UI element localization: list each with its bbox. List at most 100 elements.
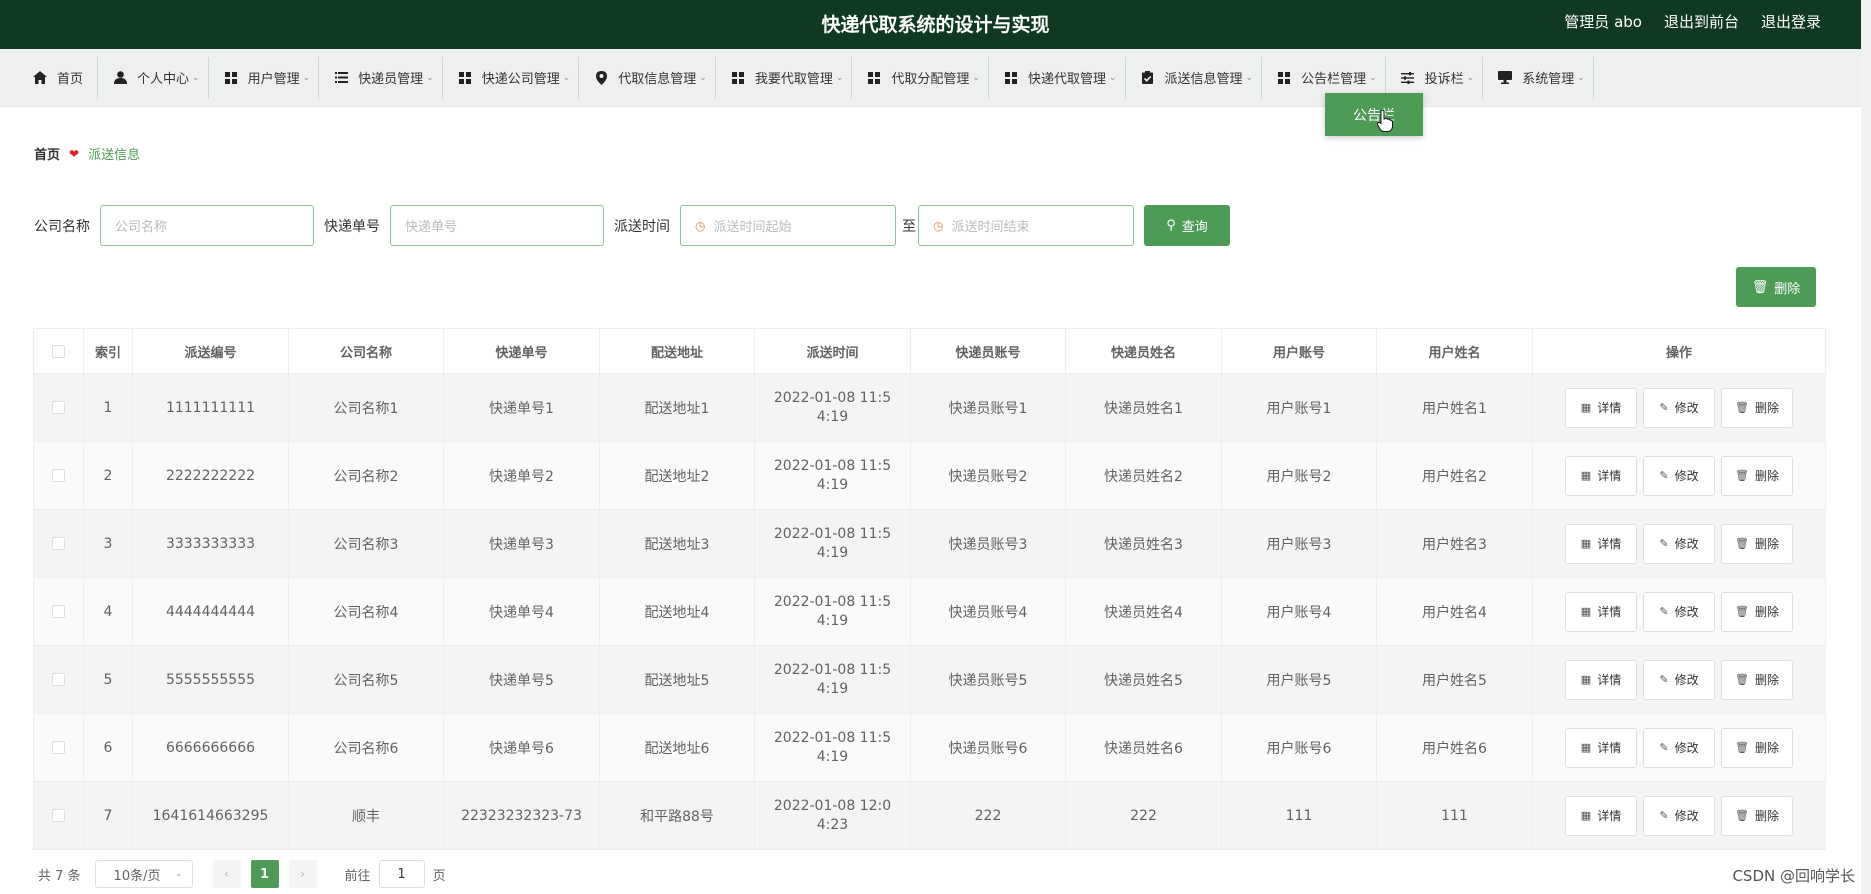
cell-tracking: 22323232323-73 (443, 781, 600, 850)
cell-no: 6666666666 (132, 713, 289, 782)
next-page-button[interactable]: › (288, 860, 317, 888)
delete-button[interactable]: 🗑 删除 (1721, 523, 1793, 564)
page-size-select[interactable]: 10条/页 ⌄ (94, 860, 193, 888)
table-row: 6 6666666666 公司名称6 快递单号6 配送地址6 2022-01-08 11:… (33, 713, 1826, 782)
row-checkbox[interactable] (52, 605, 65, 618)
delete-button[interactable]: 🗑 删除 (1721, 455, 1793, 496)
table-row: 5 5555555555 公司名称5 快递单号5 配送地址5 2022-01-08 11:… (33, 645, 1826, 714)
select-all-checkbox[interactable] (52, 344, 65, 358)
row-checkbox[interactable] (52, 537, 65, 550)
back-to-front-link[interactable]: 退出到前台 (1664, 11, 1739, 32)
row-checkbox[interactable] (52, 469, 65, 482)
trash-icon: 🗑 (1735, 673, 1749, 686)
query-button[interactable]: ⚲ 查询 (1144, 205, 1230, 246)
delete-button[interactable]: 🗑 删除 (1721, 795, 1793, 836)
pencil-icon: ✎ (1659, 469, 1669, 482)
row-checkbox[interactable] (52, 741, 65, 754)
document-icon: ▦ (1580, 741, 1592, 754)
nav-item-companies[interactable]: 快递公司管理 ⌄ (443, 56, 580, 99)
chevron-left-icon: ‹ (223, 866, 230, 882)
nav-item-delivery-info[interactable]: 派送信息管理 ⌄ (1126, 56, 1263, 99)
cell-courier-name: 快递员姓名3 (1065, 509, 1222, 578)
page-unit-label: 页 (432, 868, 446, 884)
time-start-input[interactable]: ◷ 派送时间起始 (680, 205, 896, 246)
chevron-down-icon: ⌄ (1577, 72, 1585, 83)
prev-page-button[interactable]: ‹ (212, 860, 241, 888)
page-number-current[interactable]: 1 (250, 860, 279, 888)
cell-tracking: 快递单号2 (443, 441, 600, 510)
nav-item-my-pickup[interactable]: 我要代取管理 ⌄ (716, 56, 853, 99)
search-bar: 公司名称 公司名称 快递单号 快递单号 派送时间 ◷ 派送时间起始 至 ◷ 派送时间… (34, 205, 1230, 246)
nav-item-users[interactable]: 用户管理 ⌄ (209, 56, 320, 99)
row-checkbox[interactable] (52, 809, 65, 822)
pagination: 共 7 条 10条/页 ⌄ ‹ 1 › 前往 1 页 (38, 860, 446, 888)
edit-button[interactable]: ✎ 修改 (1643, 523, 1715, 564)
detail-button[interactable]: ▦ 详情 (1565, 387, 1637, 428)
document-icon: ▦ (1580, 537, 1592, 550)
row-checkbox[interactable] (52, 401, 65, 414)
batch-delete-button[interactable]: 🗑 删除 (1736, 267, 1816, 307)
document-icon: ▦ (1580, 605, 1592, 618)
edit-button[interactable]: ✎ 修改 (1643, 795, 1715, 836)
delete-button[interactable]: 🗑 删除 (1721, 591, 1793, 632)
delete-button[interactable]: 🗑 删除 (1721, 387, 1793, 428)
logout-link[interactable]: 退出登录 (1761, 11, 1821, 32)
nav-item-assignment[interactable]: 代取分配管理 ⌄ (852, 56, 989, 99)
nav-item-express-pickup[interactable]: 快递代取管理 ⌄ (989, 56, 1126, 99)
tracking-input[interactable]: 快递单号 (390, 205, 604, 246)
detail-button[interactable]: ▦ 详情 (1565, 455, 1637, 496)
cell-company: 公司名称1 (288, 373, 444, 442)
edit-button[interactable]: ✎ 修改 (1643, 455, 1715, 496)
edit-button[interactable]: ✎ 修改 (1643, 727, 1715, 768)
edit-button[interactable]: ✎ 修改 (1643, 659, 1715, 700)
cell-index: 2 (83, 441, 133, 510)
chevron-down-icon: ⌄ (1369, 72, 1377, 83)
edit-button[interactable]: ✎ 修改 (1643, 591, 1715, 632)
cell-address: 配送地址4 (599, 577, 755, 646)
cell-user-name: 111 (1376, 781, 1533, 850)
row-checkbox[interactable] (52, 673, 65, 686)
nav-item-pickup-info[interactable]: 代取信息管理 ⌄ (579, 56, 716, 99)
dropdown-item-notice-board[interactable]: 公告栏 (1325, 93, 1423, 136)
chevron-down-icon: ⌄ (175, 869, 183, 879)
breadcrumb-home[interactable]: 首页 (34, 144, 60, 163)
nav-item-couriers[interactable]: 快递员管理 ⌄ (319, 56, 443, 99)
nav-item-home[interactable]: 首页 (18, 56, 99, 99)
row-select-cell (33, 509, 84, 578)
cell-courier-account: 快递员账号5 (910, 645, 1066, 714)
nav-item-system[interactable]: 系统管理 ⌄ (1483, 56, 1594, 99)
cell-user-account: 用户账号1 (1221, 373, 1377, 442)
detail-button[interactable]: ▦ 详情 (1565, 523, 1637, 564)
column-header: 索引 (83, 328, 133, 374)
cell-user-name: 用户姓名5 (1376, 645, 1533, 714)
nav-item-profile[interactable]: 个人中心 ⌄ (98, 56, 209, 99)
search-icon: ⚲ (1166, 218, 1176, 233)
detail-button[interactable]: ▦ 详情 (1565, 727, 1637, 768)
row-select-cell (33, 441, 84, 510)
goto-page-input[interactable]: 1 (378, 860, 425, 888)
detail-button[interactable]: ▦ 详情 (1565, 795, 1637, 836)
cell-user-name: 用户姓名6 (1376, 713, 1533, 782)
edit-button[interactable]: ✎ 修改 (1643, 387, 1715, 428)
person-icon (112, 70, 128, 86)
detail-button[interactable]: ▦ 详情 (1565, 591, 1637, 632)
actions-cell: ▦ 详情 ✎ 修改 🗑 删除 (1532, 509, 1826, 578)
delete-button[interactable]: 🗑 删除 (1721, 659, 1793, 700)
cell-index: 7 (83, 781, 133, 850)
actions-cell: ▦ 详情 ✎ 修改 🗑 删除 (1532, 645, 1826, 714)
cell-courier-account: 快递员账号1 (910, 373, 1066, 442)
table-row: 4 4444444444 公司名称4 快递单号4 配送地址4 2022-01-08 11:… (33, 577, 1826, 646)
scrollbar[interactable] (1861, 0, 1871, 894)
column-header: 派送时间 (754, 328, 911, 374)
cell-company: 公司名称2 (288, 441, 444, 510)
cell-courier-name: 222 (1065, 781, 1222, 850)
company-label: 公司名称 (34, 218, 90, 235)
time-end-input[interactable]: ◷ 派送时间结束 (918, 205, 1134, 246)
cell-no: 2222222222 (132, 441, 289, 510)
delete-button[interactable]: 🗑 删除 (1721, 727, 1793, 768)
document-icon: ▦ (1580, 469, 1592, 482)
detail-button[interactable]: ▦ 详情 (1565, 659, 1637, 700)
cell-courier-account: 快递员账号2 (910, 441, 1066, 510)
grid-icon (223, 70, 239, 86)
company-input[interactable]: 公司名称 (100, 205, 314, 246)
